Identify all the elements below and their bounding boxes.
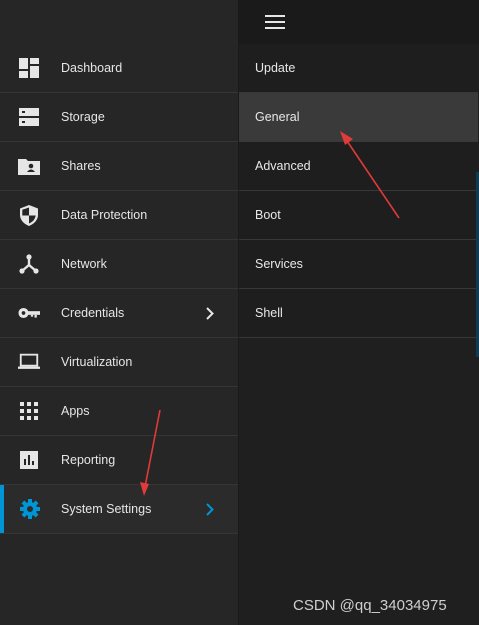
- hamburger-icon: [265, 15, 285, 29]
- sidebar-item-label: Dashboard: [61, 61, 123, 75]
- system-settings-submenu: Update General Advanced Boot Services Sh…: [239, 44, 478, 338]
- network-icon: [18, 253, 40, 275]
- chart-icon: [18, 449, 40, 471]
- sidebar-item-dashboard[interactable]: Dashboard: [0, 44, 238, 93]
- submenu-item-label: Update: [255, 61, 296, 75]
- sidebar-item-data-protection[interactable]: Data Protection: [0, 191, 238, 240]
- sidebar-item-shares[interactable]: Shares: [0, 142, 238, 191]
- sidebar-item-label: Reporting: [61, 453, 116, 467]
- submenu-item-label: Boot: [255, 208, 281, 222]
- submenu-item-shell[interactable]: Shell: [239, 289, 478, 338]
- active-indicator: [0, 485, 4, 533]
- sidebar-item-storage[interactable]: Storage: [0, 93, 238, 142]
- watermark-text: CSDN @qq_34034975: [293, 597, 447, 614]
- menu-toggle-button[interactable]: [265, 12, 285, 32]
- sidebar: Dashboard Storage Shares Data Protection…: [0, 0, 239, 625]
- sidebar-item-label: Network: [61, 257, 107, 271]
- sidebar-item-label: Storage: [61, 110, 105, 124]
- submenu-item-update[interactable]: Update: [239, 44, 478, 93]
- sidebar-item-label: System Settings: [61, 502, 152, 516]
- apps-grid-icon: [18, 400, 40, 422]
- chevron-right-icon: [203, 306, 217, 320]
- dashboard-icon: [18, 57, 40, 79]
- submenu-item-label: Advanced: [255, 159, 311, 173]
- shield-icon: [18, 204, 40, 226]
- storage-icon: [18, 106, 40, 128]
- submenu-item-advanced[interactable]: Advanced: [239, 142, 478, 191]
- sidebar-item-label: Data Protection: [61, 208, 148, 222]
- sidebar-item-apps[interactable]: Apps: [0, 387, 238, 436]
- shares-icon: [18, 155, 40, 177]
- submenu-item-label: Shell: [255, 306, 283, 320]
- submenu-item-services[interactable]: Services: [239, 240, 478, 289]
- sidebar-item-label: Shares: [61, 159, 101, 173]
- sidebar-item-credentials[interactable]: Credentials: [0, 289, 238, 338]
- gear-icon: [19, 498, 41, 520]
- monitor-icon: [18, 351, 40, 373]
- sidebar-item-reporting[interactable]: Reporting: [0, 436, 238, 485]
- submenu-item-label: Services: [255, 257, 303, 271]
- submenu-item-label: General: [255, 110, 300, 124]
- sidebar-item-label: Apps: [61, 404, 90, 418]
- sidebar-item-label: Credentials: [61, 306, 125, 320]
- chevron-right-icon: [203, 502, 217, 516]
- key-icon: [18, 302, 40, 324]
- sidebar-item-network[interactable]: Network: [0, 240, 238, 289]
- sidebar-item-virtualization[interactable]: Virtualization: [0, 338, 238, 387]
- sidebar-item-system-settings[interactable]: System Settings: [0, 485, 238, 534]
- submenu-item-boot[interactable]: Boot: [239, 191, 478, 240]
- sidebar-item-label: Virtualization: [61, 355, 133, 369]
- submenu-item-general[interactable]: General: [239, 93, 478, 142]
